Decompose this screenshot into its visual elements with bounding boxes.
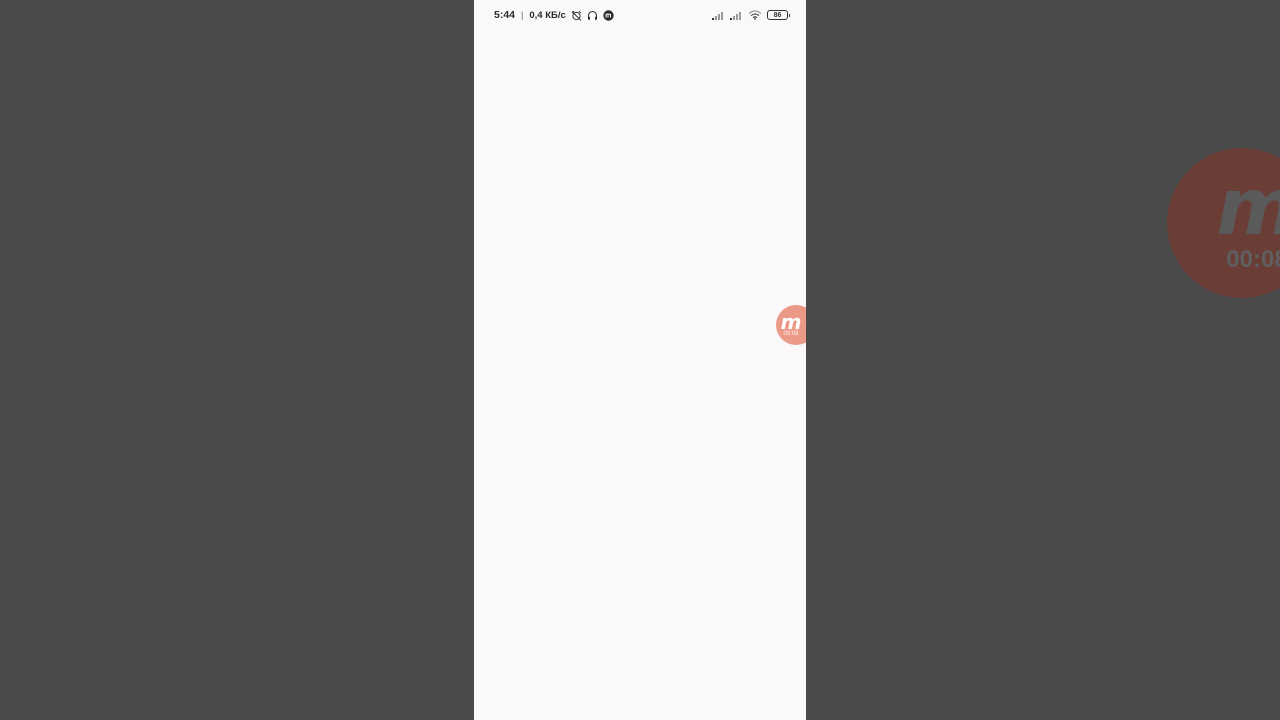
right-background-blur (806, 0, 1280, 720)
status-bar: 5:44 | 0,4 КБ/с 86 (474, 0, 806, 30)
battery-icon: 86 (767, 10, 790, 20)
recorder-app-icon (603, 9, 614, 21)
screen-recorder-bubble[interactable]: m 00:08 (776, 305, 806, 345)
wifi-icon (748, 10, 762, 20)
recorder-logo: m (780, 309, 802, 334)
background-recorder-time: 00:08 (1226, 246, 1280, 273)
left-background-blur (0, 0, 474, 720)
status-time: 5:44 (494, 9, 516, 21)
background-recorder-logo: m (1216, 169, 1280, 247)
battery-level: 86 (773, 11, 782, 19)
headset-icon (587, 10, 598, 21)
signal-1-icon (712, 11, 725, 20)
status-separator: | (521, 10, 524, 20)
network-speed: 0,4 КБ/с (529, 9, 566, 21)
alarm-off-icon (571, 10, 582, 21)
signal-2-icon (730, 11, 743, 20)
recording-timer: 00:08 (783, 330, 799, 337)
status-left: 5:44 | 0,4 КБ/с (494, 9, 614, 21)
status-right: 86 (712, 10, 790, 20)
phone-screen: 5:44 | 0,4 КБ/с 86 m 00:08 (474, 0, 806, 720)
